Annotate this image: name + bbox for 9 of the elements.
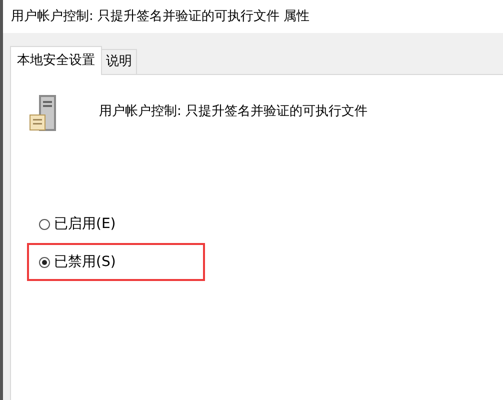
radio-button[interactable] bbox=[39, 218, 50, 230]
server-icon bbox=[29, 93, 59, 133]
option-label[interactable]: 已禁用(S) bbox=[54, 252, 116, 272]
tab[interactable]: 说明 bbox=[102, 49, 137, 74]
option-label[interactable]: 已启用(E) bbox=[54, 214, 116, 234]
policy-name: 用户帐户控制: 只提升签名并验证的可执行文件 bbox=[99, 103, 368, 121]
window-title: 用户帐户控制: 只提升签名并验证的可执行文件 属性 bbox=[11, 8, 310, 26]
tab[interactable]: 本地安全设置 bbox=[10, 46, 102, 75]
radio-button[interactable] bbox=[39, 256, 50, 268]
